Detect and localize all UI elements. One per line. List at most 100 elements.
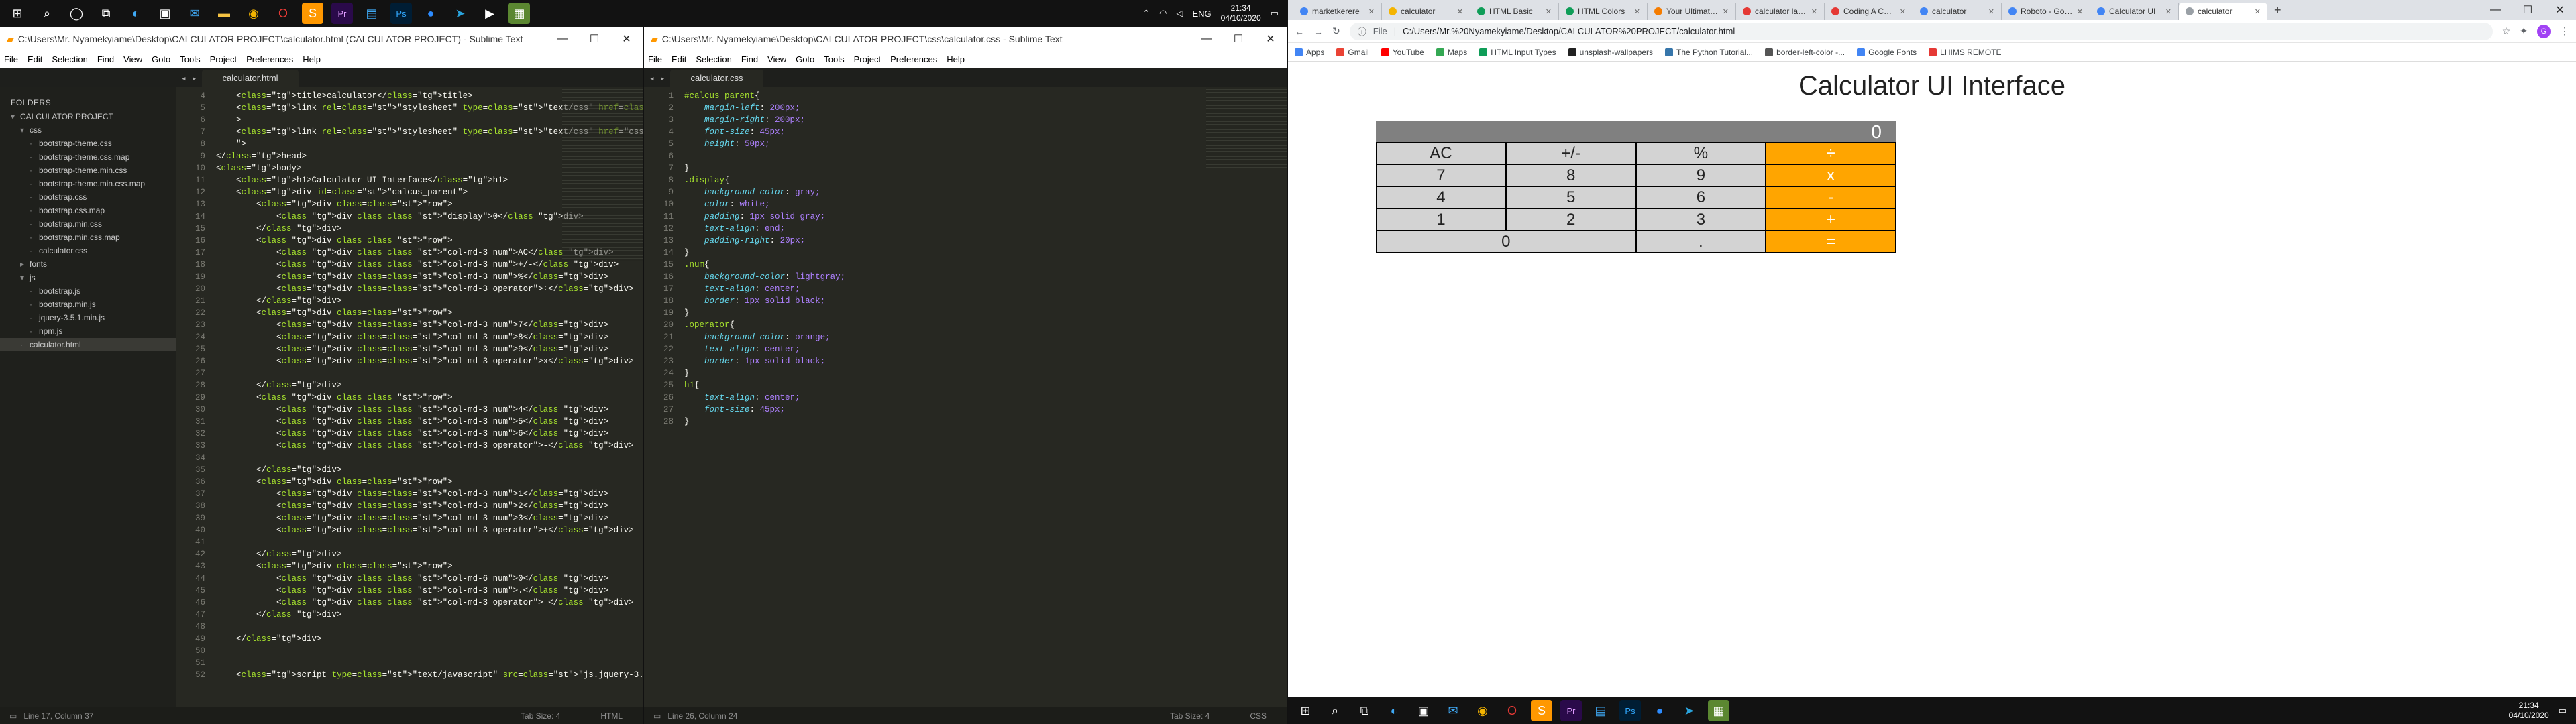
syntax-mode[interactable]: CSS xyxy=(1250,711,1267,721)
code-line[interactable]: } xyxy=(684,247,1287,259)
language-indicator[interactable]: ENG xyxy=(1192,9,1211,19)
minecraft-icon[interactable]: ▦ xyxy=(1708,700,1729,721)
operator-button[interactable]: + xyxy=(1766,208,1896,231)
sidebar-item[interactable]: · jquery-3.5.1.min.js xyxy=(0,311,176,324)
code-line[interactable]: <class="tg">div class=class="st">"row"> xyxy=(216,307,643,319)
code-line[interactable] xyxy=(216,645,643,657)
code-line[interactable] xyxy=(216,621,643,633)
sidebar-item[interactable]: · bootstrap.min.css xyxy=(0,217,176,231)
task-view-icon[interactable]: ⧉ xyxy=(1354,700,1375,721)
bookmark-item[interactable]: Maps xyxy=(1436,48,1467,57)
menu-item-find[interactable]: Find xyxy=(97,54,114,64)
opera-icon[interactable]: O xyxy=(272,3,294,24)
sidebar-item[interactable]: ▸ fonts xyxy=(0,257,176,271)
code-area[interactable]: 1 2 3 4 5 6 7 8 9 10 11 12 13 14 15 16 17 18 19 20 21 22 23 24 2… xyxy=(644,87,1287,707)
sidebar-item[interactable]: · bootstrap-theme.min.css xyxy=(0,164,176,177)
code-line[interactable]: } xyxy=(684,307,1287,319)
operator-button[interactable]: - xyxy=(1766,186,1896,208)
browser-tab[interactable]: Calculator UI ✕ xyxy=(2090,3,2179,20)
menu-item-preferences[interactable]: Preferences xyxy=(890,54,937,64)
close-button[interactable]: ✕ xyxy=(1254,32,1287,46)
address-bar[interactable]: ⓘ File | C:/Users/Mr.%20Nyamekyiame/Desk… xyxy=(1349,22,2493,40)
close-tab-icon[interactable]: ✕ xyxy=(1811,7,1817,16)
code-line[interactable]: background-color: lightgray; xyxy=(684,271,1287,283)
tab-size[interactable]: Tab Size: 4 xyxy=(1170,711,1210,721)
cortana-icon[interactable]: ◯ xyxy=(66,3,87,24)
close-tab-icon[interactable]: ✕ xyxy=(1634,7,1640,16)
maximize-button[interactable]: ☐ xyxy=(1222,32,1254,46)
num-button[interactable]: 0 xyxy=(1376,231,1636,253)
code-line[interactable]: <class="tg">div class=class="st">"col-md… xyxy=(216,440,643,452)
telegram-icon[interactable]: ➤ xyxy=(1678,700,1700,721)
code-line[interactable]: <class="tg">div class=class="st">"col-md… xyxy=(216,500,643,512)
num-button[interactable]: AC xyxy=(1376,142,1506,164)
menu-item-tools[interactable]: Tools xyxy=(180,54,200,64)
menu-item-edit[interactable]: Edit xyxy=(28,54,42,64)
code-line[interactable]: .operator{ xyxy=(684,319,1287,331)
code-line[interactable]: </class="tg">div> xyxy=(216,609,643,621)
browser-tab[interactable]: marketkerere ✕ xyxy=(1293,3,1382,20)
browser-tab[interactable]: Your Ultimate L ✕ xyxy=(1648,3,1736,20)
bookmark-item[interactable]: HTML Input Types xyxy=(1479,48,1556,57)
close-tab-icon[interactable]: ✕ xyxy=(1723,7,1729,16)
num-button[interactable]: . xyxy=(1635,231,1766,253)
code-area[interactable]: 4 5 6 7 8 9 10 11 12 13 14 15 16 17 18 19 20 21 22 23 24 25 26… xyxy=(176,87,643,707)
code-line[interactable]: <class="tg">div class=class="st">"row"> xyxy=(216,560,643,572)
code-line[interactable]: margin-right: 200px; xyxy=(684,114,1287,126)
photos-icon[interactable]: ▤ xyxy=(1590,700,1611,721)
close-button[interactable]: ✕ xyxy=(2544,3,2576,17)
code-line[interactable] xyxy=(216,536,643,548)
browser-tab[interactable]: calculator ✕ xyxy=(1382,3,1470,20)
code-line[interactable]: </class="tg">div> xyxy=(216,464,643,476)
num-button[interactable]: 5 xyxy=(1505,186,1636,208)
code-line[interactable]: color: white; xyxy=(684,198,1287,210)
sidebar-item[interactable]: · bootstrap-theme.css xyxy=(0,137,176,150)
notifications-icon[interactable]: ▭ xyxy=(1271,8,1279,19)
menu-item-help[interactable]: Help xyxy=(947,54,965,64)
code-line[interactable]: <class="tg">div class=class="st">"col-md… xyxy=(216,271,643,283)
bookmark-item[interactable]: LHIMS REMOTE xyxy=(1929,48,2001,57)
menu-item-selection[interactable]: Selection xyxy=(696,54,731,64)
menu-item-find[interactable]: Find xyxy=(741,54,758,64)
bookmark-item[interactable]: Gmail xyxy=(1336,48,1369,57)
browser-tab[interactable]: calculator layout ✕ xyxy=(1736,3,1825,20)
sidebar-item[interactable]: ▾ CALCULATOR PROJECT xyxy=(0,110,176,123)
code-line[interactable]: height: 50px; xyxy=(684,138,1287,150)
sidebar-item[interactable]: · calculator.css xyxy=(0,244,176,257)
edge-icon[interactable]: ◐ xyxy=(1383,700,1405,721)
photoshop-icon[interactable]: Ps xyxy=(390,3,412,24)
browser-tab[interactable]: Roboto - Google ✕ xyxy=(2002,3,2090,20)
tab-calculator-css[interactable]: calculator.css xyxy=(670,70,763,87)
num-button[interactable]: 6 xyxy=(1635,186,1766,208)
sidebar-toggle-icon[interactable]: ▭ xyxy=(9,711,17,721)
num-button[interactable]: 4 xyxy=(1376,186,1506,208)
code-line[interactable]: #calcus_parent{ xyxy=(684,90,1287,102)
sidebar-item[interactable]: · calculator.html xyxy=(0,338,176,351)
reload-icon[interactable]: ↻ xyxy=(1332,25,1340,37)
code-line[interactable]: background-color: gray; xyxy=(684,186,1287,198)
num-button[interactable]: 1 xyxy=(1376,208,1506,231)
maximize-button[interactable]: ☐ xyxy=(2512,3,2544,17)
sidebar-item[interactable]: · npm.js xyxy=(0,324,176,338)
code-line[interactable]: text-align: center; xyxy=(684,391,1287,404)
store-icon[interactable]: ▣ xyxy=(154,3,176,24)
code-line[interactable]: border: 1px solid black; xyxy=(684,355,1287,367)
code-line[interactable]: <class="tg">div class=class="st">"col-md… xyxy=(216,404,643,416)
bookmark-item[interactable]: border-left-color -... xyxy=(1765,48,1845,57)
sidebar-item[interactable]: · bootstrap.js xyxy=(0,284,176,298)
code-line[interactable]: <class="tg">div class=class="st">"col-md… xyxy=(216,524,643,536)
code-line[interactable]: font-size: 45px; xyxy=(684,126,1287,138)
minimap[interactable] xyxy=(562,87,643,261)
code-line[interactable]: margin-left: 200px; xyxy=(684,102,1287,114)
tab-nav-arrows[interactable]: ◂ ▸ xyxy=(176,74,202,87)
zoom-icon[interactable]: ● xyxy=(420,3,441,24)
menu-item-preferences[interactable]: Preferences xyxy=(246,54,293,64)
search-icon[interactable]: ⌕ xyxy=(1324,700,1346,721)
menu-item-selection[interactable]: Selection xyxy=(52,54,87,64)
browser-tab[interactable]: HTML Basic ✕ xyxy=(1470,3,1559,20)
syntax-mode[interactable]: HTML xyxy=(600,711,623,721)
sublime-icon[interactable]: S xyxy=(1531,700,1552,721)
code-line[interactable]: background-color: orange; xyxy=(684,331,1287,343)
code-line[interactable]: </class="tg">div> xyxy=(216,295,643,307)
sidebar-toggle-icon[interactable]: ▭ xyxy=(653,711,661,721)
